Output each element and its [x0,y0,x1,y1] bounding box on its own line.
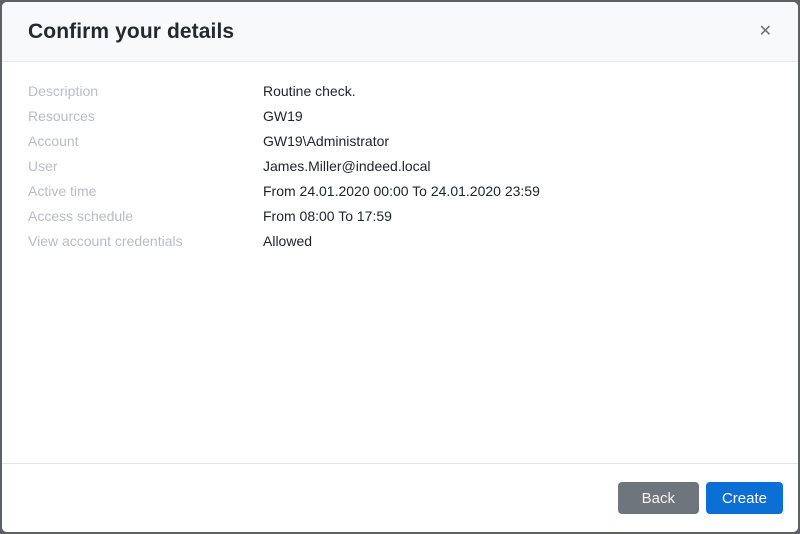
back-button[interactable]: Back [618,482,699,514]
close-button[interactable]: ✕ [751,18,780,46]
detail-row-active-time: Active time From 24.01.2020 00:00 To 24.… [28,179,772,204]
detail-value: James.Miller@indeed.local [263,154,431,179]
detail-row-resources: Resources GW19 [28,104,772,129]
close-icon: ✕ [759,23,772,40]
confirm-details-dialog: Confirm your details ✕ Description Routi… [0,0,800,534]
dialog-footer: Back Create [2,463,798,532]
detail-value: Allowed [263,229,312,254]
detail-row-user: User James.Miller@indeed.local [28,154,772,179]
dialog-title: Confirm your details [28,20,234,44]
detail-value: From 24.01.2020 00:00 To 24.01.2020 23:5… [263,179,540,204]
detail-row-access-schedule: Access schedule From 08:00 To 17:59 [28,204,772,229]
detail-label: Active time [28,179,263,204]
detail-label: Access schedule [28,204,263,229]
detail-label: View account credentials [28,229,263,254]
detail-row-account: Account GW19\Administrator [28,129,772,154]
detail-row-view-credentials: View account credentials Allowed [28,229,772,254]
create-button[interactable]: Create [706,482,783,514]
detail-label: Account [28,129,263,154]
detail-label: User [28,154,263,179]
detail-value: Routine check. [263,79,356,104]
detail-value: From 08:00 To 17:59 [263,204,392,229]
detail-label: Description [28,79,263,104]
detail-row-description: Description Routine check. [28,79,772,104]
detail-value: GW19 [263,104,303,129]
dialog-header: Confirm your details ✕ [2,2,798,62]
detail-label: Resources [28,104,263,129]
details-list: Description Routine check. Resources GW1… [2,62,798,463]
detail-value: GW19\Administrator [263,129,389,154]
